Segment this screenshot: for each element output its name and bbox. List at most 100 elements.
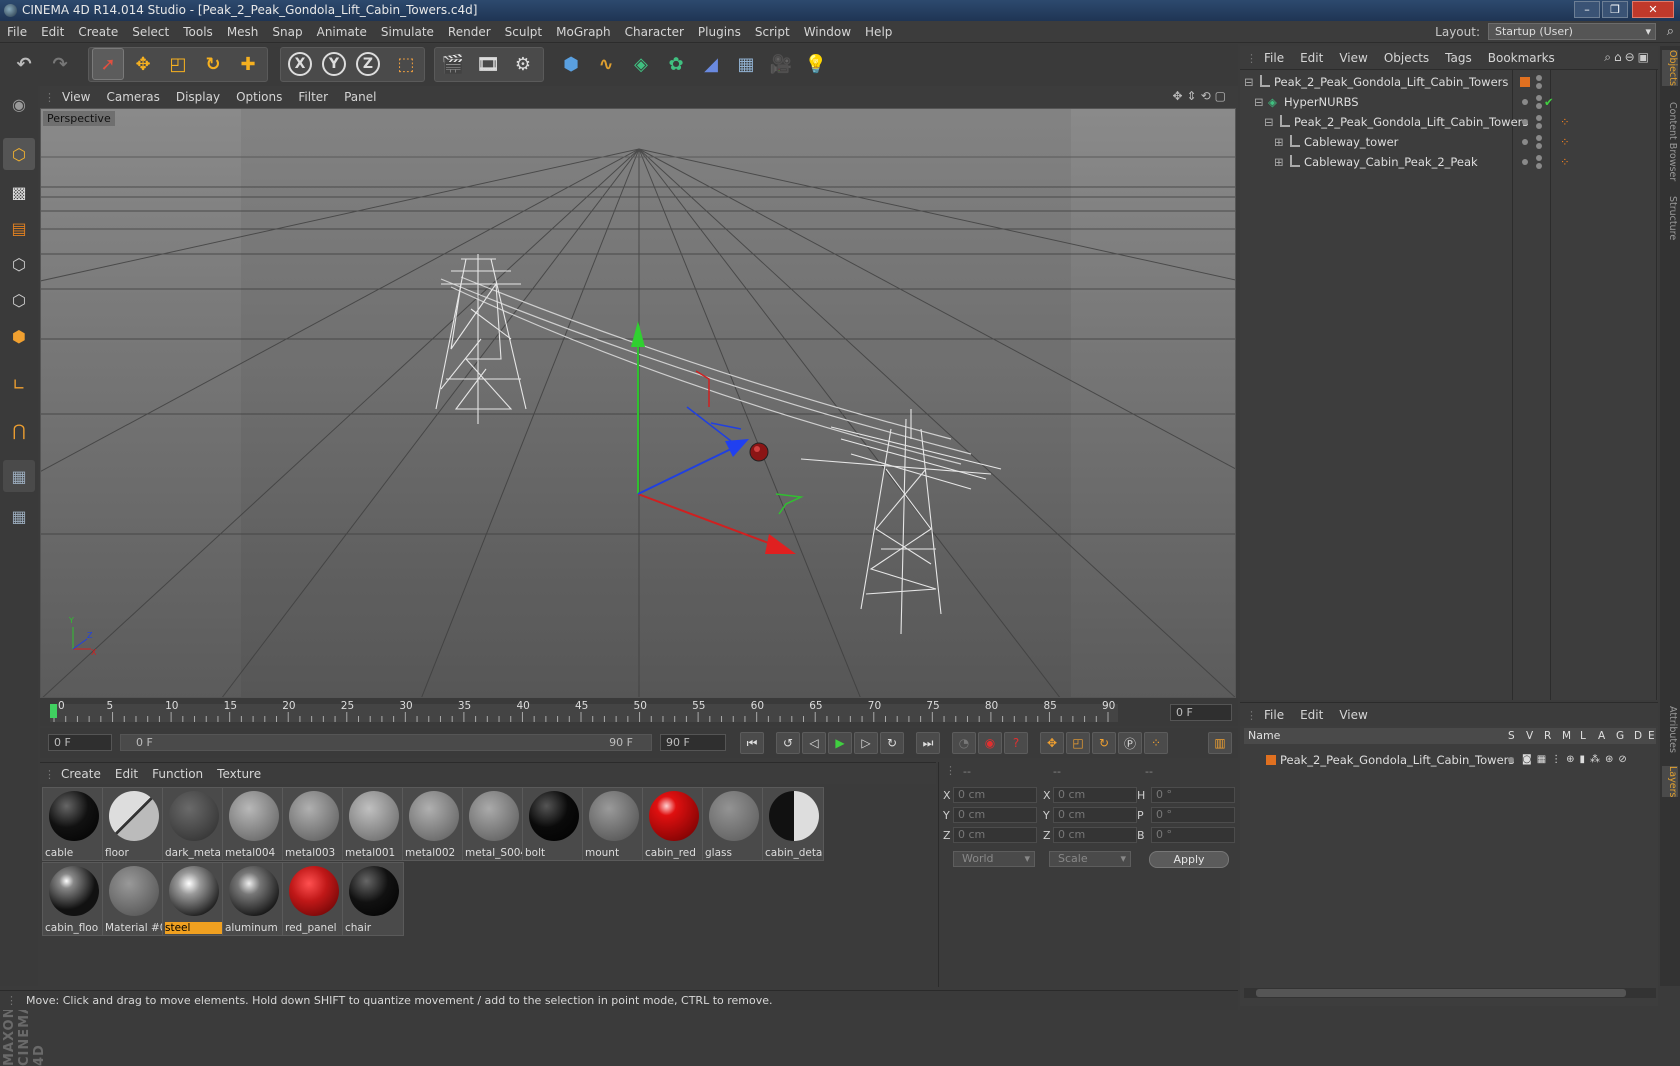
om-menu-bookmarks[interactable]: Bookmarks bbox=[1480, 46, 1563, 70]
material-swatch[interactable]: cable bbox=[42, 787, 104, 861]
tab-attributes[interactable]: Attributes bbox=[1662, 706, 1678, 753]
material-swatch[interactable]: aluminum bbox=[222, 862, 284, 936]
material-swatch[interactable]: floor bbox=[102, 787, 164, 861]
layer-row[interactable]: Peak_2_Peak_Gondola_Lift_Cabin_Towers ◙▦… bbox=[1240, 750, 1654, 770]
menu-script[interactable]: Script bbox=[748, 21, 797, 43]
array-icon[interactable]: ✿ bbox=[660, 48, 692, 80]
coord-size-mode-dropdown[interactable]: Scale ▾ bbox=[1049, 851, 1131, 867]
material-menu-create[interactable]: Create bbox=[54, 763, 108, 785]
timeline-window-icon[interactable]: ▥ bbox=[1208, 732, 1232, 754]
workplane-icon[interactable]: ▤ bbox=[3, 212, 35, 244]
end-frame-field[interactable]: 90 F bbox=[660, 734, 726, 751]
perspective-viewport[interactable]: Y Z X Perspective bbox=[40, 108, 1236, 698]
goto-start-icon[interactable]: ⏮ bbox=[740, 732, 764, 754]
workplane-lock-icon[interactable]: ▦ bbox=[3, 500, 35, 532]
material-menu-texture[interactable]: Texture bbox=[210, 763, 268, 785]
key-pla-icon[interactable]: ⁘ bbox=[1144, 732, 1168, 754]
om-menu-objects[interactable]: Objects bbox=[1376, 46, 1437, 70]
tab-layers[interactable]: Layers bbox=[1662, 766, 1678, 798]
visibility-dot[interactable] bbox=[1536, 95, 1542, 101]
tweak-magnet-icon[interactable]: ⋂ bbox=[3, 414, 35, 446]
texture-mode-icon[interactable]: ▩ bbox=[3, 176, 35, 208]
undo-icon[interactable]: ↶ bbox=[8, 48, 40, 80]
prev-frame-icon[interactable]: ◁ bbox=[802, 732, 826, 754]
coord-pos-z-field[interactable]: 0 cm bbox=[953, 827, 1037, 843]
scale-icon[interactable]: ◰ bbox=[162, 48, 194, 80]
viewport-nav-icons[interactable]: ✥⇕⟲▢ bbox=[1172, 89, 1230, 103]
redo-icon[interactable]: ↷ bbox=[44, 48, 76, 80]
layer-color-swatch[interactable] bbox=[1266, 755, 1276, 765]
expand-icon[interactable]: ⊟ bbox=[1264, 112, 1274, 132]
expand-icon[interactable]: ⊟ bbox=[1254, 92, 1264, 112]
material-swatch[interactable]: steel bbox=[162, 862, 224, 936]
menu-sculpt[interactable]: Sculpt bbox=[498, 21, 549, 43]
material-menu-function[interactable]: Function bbox=[145, 763, 210, 785]
material-tag-icon[interactable]: ⁘ bbox=[1560, 132, 1570, 152]
lm-menu-view[interactable]: View bbox=[1331, 703, 1375, 727]
visibility-dot[interactable] bbox=[1522, 139, 1528, 145]
visibility-dot[interactable] bbox=[1536, 135, 1542, 141]
material-swatch[interactable]: cabin_red bbox=[642, 787, 704, 861]
render-picture-viewer-icon[interactable]: 🎞 bbox=[472, 48, 504, 80]
viewport-menu-panel[interactable]: Panel bbox=[336, 86, 384, 108]
prev-key-icon[interactable]: ↺ bbox=[776, 732, 800, 754]
light-icon[interactable]: 💡 bbox=[800, 48, 832, 80]
search-icon[interactable]: ⌕ bbox=[1667, 24, 1674, 39]
material-swatch[interactable]: dark_metal bbox=[162, 787, 224, 861]
material-swatch[interactable]: bolt bbox=[522, 787, 584, 861]
material-swatch[interactable]: metal004 bbox=[222, 787, 284, 861]
visibility-dot[interactable] bbox=[1522, 99, 1528, 105]
record-keys-icon[interactable]: ◔ bbox=[952, 732, 976, 754]
next-frame-icon[interactable]: ▷ bbox=[854, 732, 878, 754]
coord-rot-p-field[interactable]: 0 ° bbox=[1151, 807, 1235, 823]
axis-mode-icon[interactable]: ∟ bbox=[3, 368, 35, 400]
om-menu-file[interactable]: File bbox=[1256, 46, 1292, 70]
snap-icon[interactable]: ▦ bbox=[3, 460, 35, 492]
visibility-dot[interactable] bbox=[1522, 159, 1528, 165]
menu-select[interactable]: Select bbox=[125, 21, 176, 43]
spline-pen-icon[interactable]: ∿ bbox=[590, 48, 622, 80]
menu-plugins[interactable]: Plugins bbox=[691, 21, 748, 43]
material-swatch[interactable]: Material #0 bbox=[102, 862, 164, 936]
z-axis-lock-button[interactable]: Z bbox=[352, 48, 384, 80]
coord-size-x-field[interactable]: 0 cm bbox=[1053, 787, 1137, 803]
material-swatch[interactable]: mount bbox=[582, 787, 644, 861]
material-swatch[interactable]: metal001 bbox=[342, 787, 404, 861]
material-tag-icon[interactable]: ⁘ bbox=[1560, 152, 1570, 172]
render-dot[interactable] bbox=[1536, 103, 1542, 109]
material-swatch[interactable]: red_panel bbox=[282, 862, 344, 936]
visibility-dot[interactable] bbox=[1536, 155, 1542, 161]
layer-color-swatch[interactable] bbox=[1520, 77, 1530, 87]
start-frame-field[interactable]: 0 F bbox=[48, 734, 112, 751]
make-editable-icon[interactable]: ◉ bbox=[3, 88, 35, 120]
minimize-button[interactable]: – bbox=[1574, 1, 1600, 18]
next-key-icon[interactable]: ↻ bbox=[880, 732, 904, 754]
viewport-menu-display[interactable]: Display bbox=[168, 86, 228, 108]
current-frame-field[interactable]: 0 F bbox=[1170, 704, 1232, 721]
timeline-ruler[interactable]: 0 5 10 15 20 25 30 35 40 45 50 55 60 65 70 75 80 85 90 0 F bbox=[40, 698, 1238, 726]
horizontal-scrollbar[interactable] bbox=[1244, 988, 1656, 998]
render-dot[interactable] bbox=[1536, 143, 1542, 149]
om-row[interactable]: ⊟ Peak_2_Peak_Gondola_Lift_Cabin_Towers bbox=[1240, 72, 1658, 92]
menu-file[interactable]: File bbox=[0, 21, 34, 43]
viewport-menu-filter[interactable]: Filter bbox=[290, 86, 336, 108]
expand-icon[interactable]: ⊞ bbox=[1274, 152, 1284, 172]
rotate-icon[interactable]: ↻ bbox=[197, 48, 229, 80]
layer-solo-dot[interactable] bbox=[1508, 757, 1514, 763]
coord-size-z-field[interactable]: 0 cm bbox=[1053, 827, 1137, 843]
render-dot[interactable] bbox=[1536, 163, 1542, 169]
om-row[interactable]: ⊞ Cableway_Cabin_Peak_2_Peak ⁘ bbox=[1240, 152, 1658, 172]
coord-size-y-field[interactable]: 0 cm bbox=[1053, 807, 1137, 823]
y-axis-lock-button[interactable]: Y bbox=[318, 48, 350, 80]
menu-simulate[interactable]: Simulate bbox=[374, 21, 441, 43]
edges-mode-icon[interactable]: ⬡ bbox=[3, 284, 35, 316]
om-menu-view[interactable]: View bbox=[1331, 46, 1375, 70]
camera-icon[interactable]: 🎥 bbox=[765, 48, 797, 80]
cube-primitive-icon[interactable]: ⬢ bbox=[555, 48, 587, 80]
tab-objects[interactable]: Objects bbox=[1662, 50, 1678, 86]
expand-icon[interactable]: ⊟ bbox=[1244, 72, 1254, 92]
visibility-dot[interactable] bbox=[1536, 115, 1542, 121]
menu-edit[interactable]: Edit bbox=[34, 21, 71, 43]
material-swatch[interactable]: chair bbox=[342, 862, 404, 936]
coord-pos-x-field[interactable]: 0 cm bbox=[953, 787, 1037, 803]
